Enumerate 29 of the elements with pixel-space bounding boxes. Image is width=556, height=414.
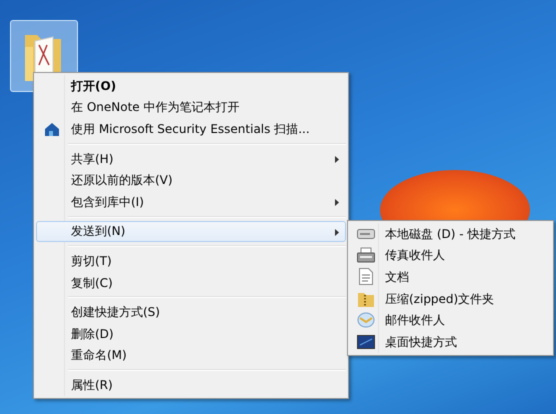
drive-icon: [357, 228, 375, 239]
zipped-folder-icon: [358, 290, 374, 307]
menu-item[interactable]: 使用 Microsoft Security Essentials 扫描...: [36, 118, 346, 140]
menu-item[interactable]: 属性(R): [36, 374, 346, 396]
menu-item[interactable]: 创建快捷方式(S): [36, 301, 346, 323]
menu-item[interactable]: 本地磁盘 (D) - 快捷方式: [350, 223, 551, 245]
menu-item[interactable]: 重命名(M): [36, 344, 346, 366]
menu-item[interactable]: 删除(D): [36, 322, 346, 345]
submenu-arrow-icon: [335, 156, 339, 163]
menu-item[interactable]: 压缩(zipped)文件夹: [350, 288, 551, 310]
menu-item[interactable]: 发送到(N): [36, 220, 346, 242]
menu-item[interactable]: 包含到库中(I): [36, 190, 346, 213]
menu-item[interactable]: 邮件收件人: [350, 309, 551, 331]
menu-item[interactable]: 还原以前的版本(V): [36, 169, 346, 191]
envelope-icon: [357, 312, 375, 328]
menu-item[interactable]: 共享(H): [36, 148, 346, 170]
menu-item[interactable]: 在 OneNote 中作为笔记本打开: [36, 96, 346, 118]
menu-item[interactable]: 打开(O): [36, 75, 346, 97]
menu-item[interactable]: 复制(C): [36, 272, 346, 294]
fax-machine-icon: [357, 247, 375, 264]
document-icon: [359, 268, 373, 286]
menu-item[interactable]: 传真收件人: [350, 244, 551, 266]
submenu-arrow-icon: [335, 228, 339, 236]
menu-item[interactable]: 桌面快捷方式: [350, 330, 551, 353]
desktop-icon: [357, 334, 375, 349]
menu-item[interactable]: 剪切(T): [36, 250, 346, 272]
house-icon: [44, 120, 60, 137]
submenu-arrow-icon: [335, 198, 339, 206]
menu-item[interactable]: 文档: [350, 266, 551, 288]
